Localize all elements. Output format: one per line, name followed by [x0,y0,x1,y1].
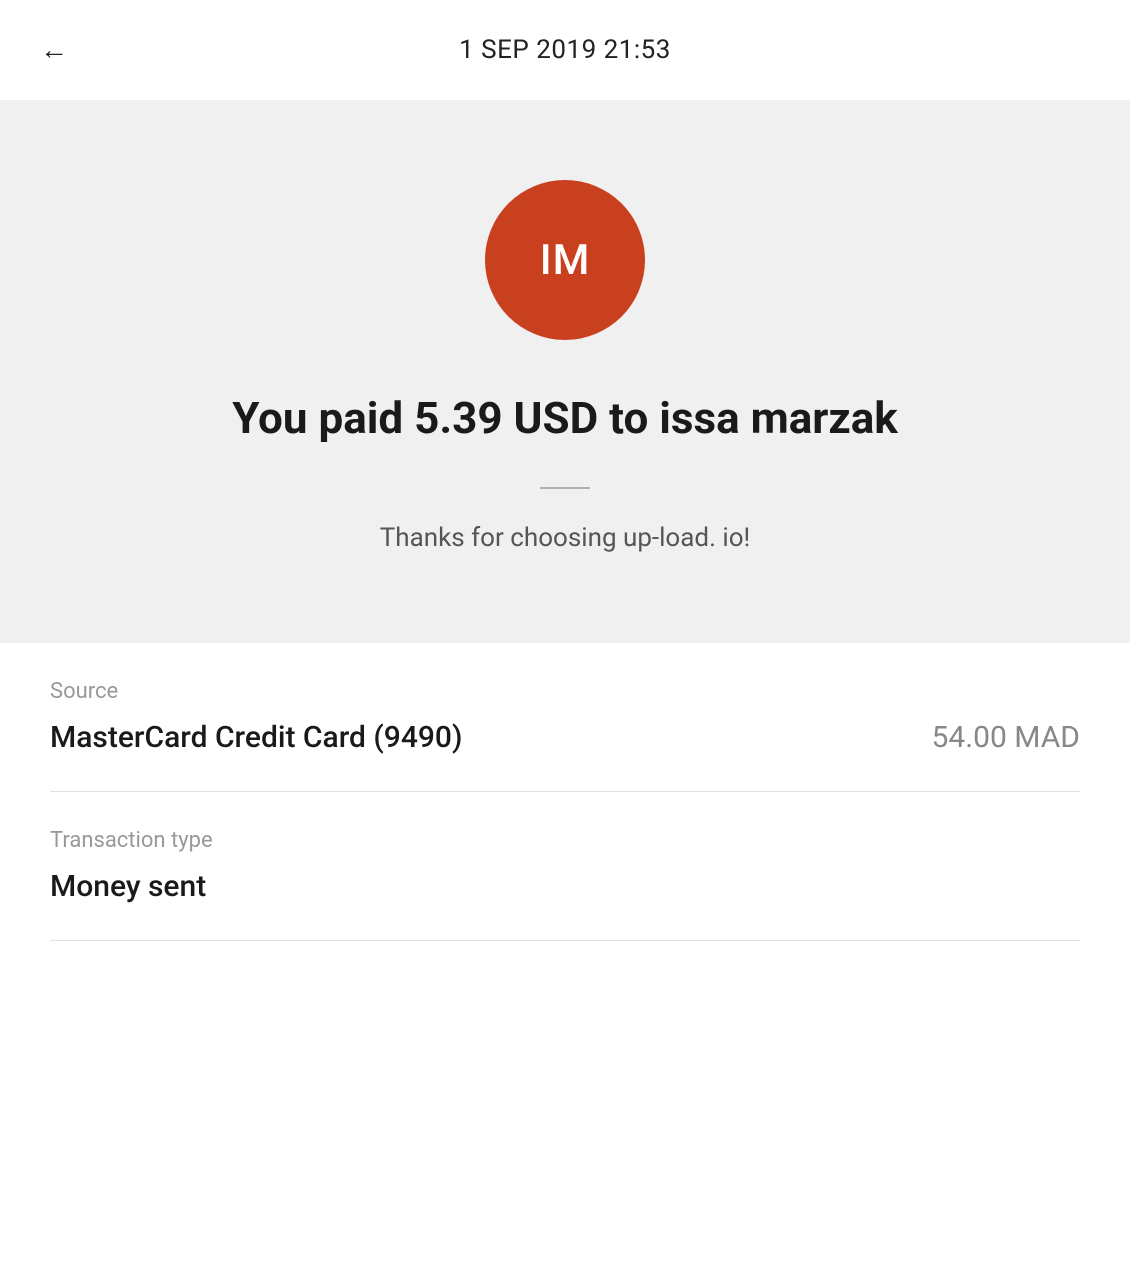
source-value: MasterCard Credit Card (9490) [50,720,462,755]
source-amount: 54.00 MAD [931,720,1080,755]
back-button[interactable]: ← [40,36,68,64]
source-label: Source [50,679,1080,704]
avatar: IM [485,180,645,340]
divider [540,487,590,489]
avatar-initials: IM [540,236,591,285]
transaction-type-item: Transaction type Money sent [50,792,1080,941]
hero-section: IM You paid 5.39 USD to issa marzak Than… [0,100,1130,643]
details-section: Source MasterCard Credit Card (9490) 54.… [0,643,1130,941]
transaction-type-value: Money sent [50,869,206,904]
payment-title: You paid 5.39 USD to issa marzak [232,390,898,447]
thank-you-text: Thanks for choosing up-load. io! [380,523,750,553]
transaction-type-row: Money sent [50,869,1080,904]
source-detail-item: Source MasterCard Credit Card (9490) 54.… [50,643,1080,792]
transaction-type-label: Transaction type [50,828,1080,853]
header-date: 1 SEP 2019 21:53 [459,35,671,65]
header: ← 1 SEP 2019 21:53 [0,0,1130,100]
source-row: MasterCard Credit Card (9490) 54.00 MAD [50,720,1080,755]
